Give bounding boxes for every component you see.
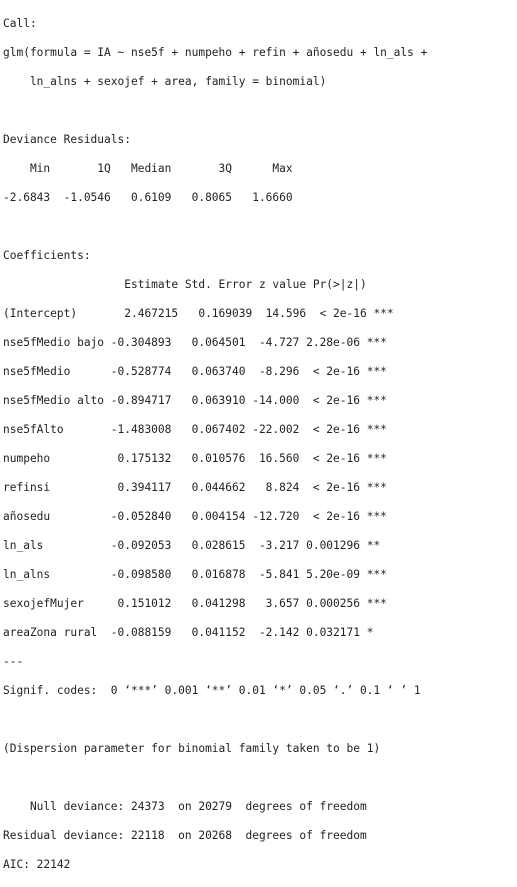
call-formula-line-1: glm(formula = IA ~ nse5f + numpeho + ref… [3,45,428,59]
coef-row: sexojefMujer 0.151012 0.041298 3.657 0.0… [3,596,387,610]
call-header: Call: [3,16,37,30]
deviance-residuals-values: -2.6843 -1.0546 0.6109 0.8065 1.6660 [3,190,293,204]
coef-row: nse5fMedio -0.528774 0.063740 -8.296 < 2… [3,364,387,378]
coef-row: nse5fAlto -1.483008 0.067402 -22.002 < 2… [3,422,387,436]
coef-row: nse5fMedio alto -0.894717 0.063910 -14.0… [3,393,387,407]
residual-deviance: Residual deviance: 22118 on 20268 degree… [3,828,367,842]
deviance-residuals-labels: Min 1Q Median 3Q Max [3,161,293,175]
coef-row: areaZona rural -0.088159 0.041152 -2.142… [3,625,374,639]
coefficients-header: Coefficients: [3,248,91,262]
coef-row: añosedu -0.052840 0.004154 -12.720 < 2e-… [3,509,387,523]
null-deviance: Null deviance: 24373 on 20279 degrees of… [3,799,367,813]
coef-row: refinsi 0.394117 0.044662 8.824 < 2e-16 … [3,480,387,494]
call-formula-line-2: ln_alns + sexojef + area, family = binom… [3,74,327,88]
dispersion-note: (Dispersion parameter for binomial famil… [3,741,381,755]
coefficients-column-headers: Estimate Std. Error z value Pr(>|z|) [3,277,367,291]
coef-row: nse5fMedio bajo -0.304893 0.064501 -4.72… [3,335,387,349]
r-console-output: Call: glm(formula = IA ~ nse5f + numpeho… [0,0,517,871]
coef-row: (Intercept) 2.467215 0.169039 14.596 < 2… [3,306,394,320]
deviance-residuals-header: Deviance Residuals: [3,132,131,146]
signif-codes: Signif. codes: 0 ‘***’ 0.001 ‘**’ 0.01 ‘… [3,683,421,697]
coef-row: ln_als -0.092053 0.028615 -3.217 0.00129… [3,538,381,552]
coef-row: ln_alns -0.098580 0.016878 -5.841 5.20e-… [3,567,387,581]
signif-separator: --- [3,654,24,668]
coef-row: numpeho 0.175132 0.010576 16.560 < 2e-16… [3,451,387,465]
aic-value: AIC: 22142 [3,857,71,871]
